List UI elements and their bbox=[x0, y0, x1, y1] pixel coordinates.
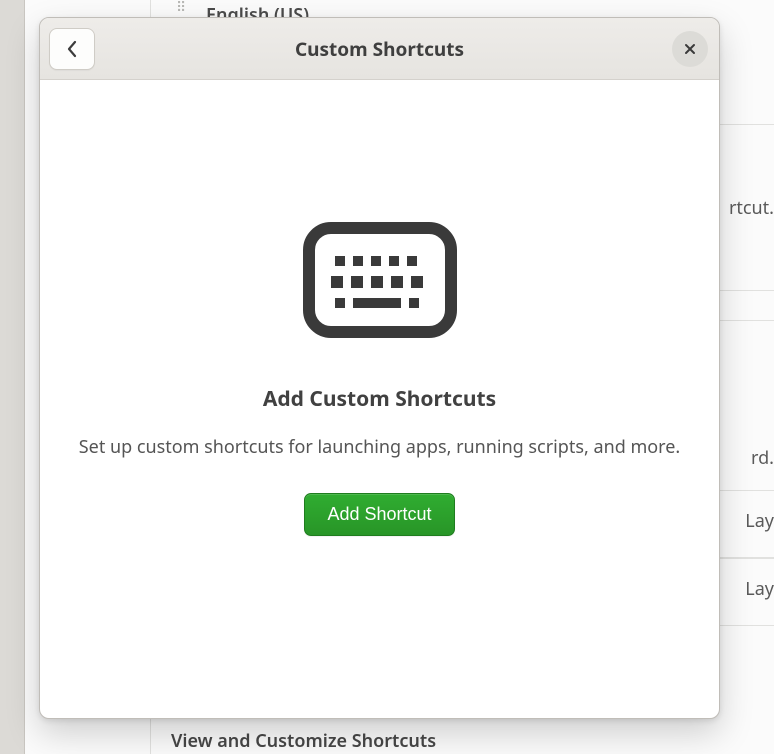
bg-text-fragment: rtcut. bbox=[729, 196, 774, 220]
close-button[interactable] bbox=[672, 31, 708, 67]
keyboard-icon bbox=[303, 222, 457, 343]
dialog-body: Add Custom Shortcuts Set up custom short… bbox=[40, 80, 719, 718]
close-icon bbox=[683, 42, 697, 56]
bg-text-fragment: Lay bbox=[745, 577, 774, 601]
add-shortcut-button[interactable]: Add Shortcut bbox=[304, 493, 454, 536]
dialog-title: Custom Shortcuts bbox=[295, 36, 464, 62]
empty-state-heading: Add Custom Shortcuts bbox=[263, 385, 496, 413]
dialog-header: Custom Shortcuts bbox=[40, 18, 719, 80]
sidebar-rail bbox=[0, 0, 25, 754]
chevron-left-icon bbox=[65, 39, 79, 59]
custom-shortcuts-dialog: Custom Shortcuts bbox=[39, 17, 720, 719]
bg-text-fragment: rd. bbox=[751, 446, 774, 470]
section-title: View and Customize Shortcuts bbox=[171, 729, 436, 753]
bg-text-fragment: Lay bbox=[745, 509, 774, 533]
back-button[interactable] bbox=[49, 28, 95, 70]
empty-state-description: Set up custom shortcuts for launching ap… bbox=[79, 435, 680, 459]
drag-handle-icon: ⠿ bbox=[176, 4, 187, 12]
